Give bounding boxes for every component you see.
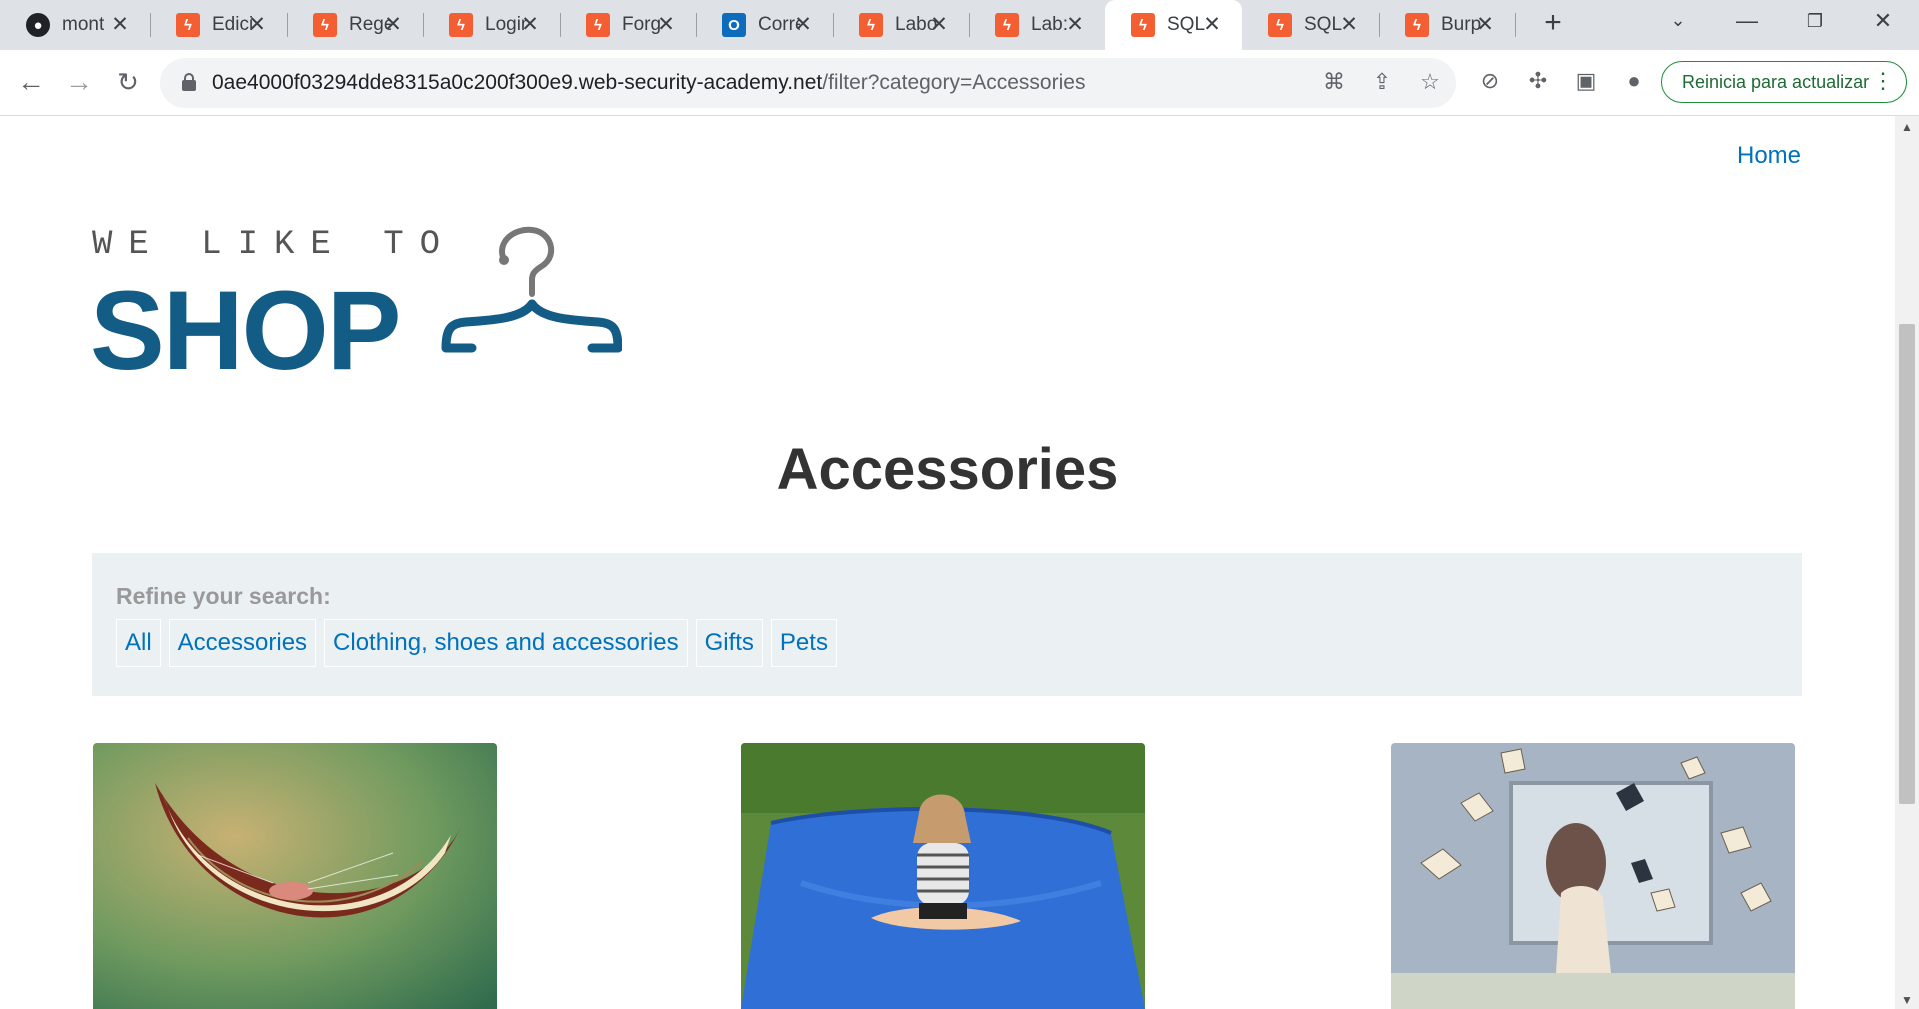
tab-3[interactable]: ϟ Login ✕ (423, 0, 560, 50)
category-filter-list: All Accessories Clothing, shoes and acce… (116, 619, 837, 667)
scroll-up-arrow-icon[interactable]: ▲ (1901, 120, 1913, 134)
scroll-down-arrow-icon[interactable]: ▼ (1901, 993, 1913, 1007)
close-icon[interactable]: ✕ (927, 12, 951, 37)
burp-icon: ϟ (1405, 13, 1429, 37)
home-link[interactable]: Home (1737, 142, 1801, 170)
scrollbar-thumb[interactable] (1899, 324, 1915, 804)
update-button[interactable]: Reinicia para actualizar ⋮ (1661, 61, 1907, 103)
restore-icon[interactable]: ❐ (1795, 11, 1835, 32)
extension-blocked-icon[interactable]: ⊘ (1474, 65, 1506, 97)
tab-strip: ● mont ✕ ϟ Edici ✕ ϟ Rege ✕ ϟ Login ✕ ϟ … (0, 0, 1919, 50)
update-button-label: Reinicia para actualizar (1682, 71, 1870, 92)
url-host: 0ae4000f03294dde8315a0c200f300e9.web-sec… (212, 71, 823, 94)
lock-icon (182, 73, 196, 91)
burp-icon: ϟ (586, 13, 610, 37)
close-icon[interactable]: ✕ (245, 12, 269, 37)
close-icon[interactable]: ✕ (1200, 12, 1224, 37)
close-icon[interactable]: ✕ (1063, 12, 1087, 37)
product-image[interactable] (1391, 743, 1795, 1009)
tab-8-active[interactable]: ϟ SQL ✕ (1105, 0, 1242, 50)
tab-10[interactable]: ϟ Burp ✕ (1379, 0, 1515, 50)
burp-icon: ϟ (859, 13, 883, 37)
filter-label: Refine your search: (116, 583, 331, 609)
page-title: Accessories (776, 437, 1119, 502)
extensions-puzzle-icon[interactable]: ✣ (1522, 65, 1554, 97)
outlook-icon: O (722, 13, 746, 37)
back-arrow-icon[interactable]: ← (13, 64, 49, 100)
tab-2[interactable]: ϟ Rege ✕ (287, 0, 423, 50)
tab-separator (1515, 13, 1516, 37)
tab-4[interactable]: ϟ Forg ✕ (560, 0, 696, 50)
filter-pets[interactable]: Pets (770, 619, 837, 667)
close-icon[interactable]: ✕ (654, 12, 678, 37)
github-icon: ● (26, 13, 50, 37)
forward-arrow-icon[interactable]: → (61, 64, 97, 100)
grin-product-picture (93, 743, 497, 1009)
menu-dots-icon[interactable]: ⋮ (1872, 68, 1894, 94)
burp-icon: ϟ (449, 13, 473, 37)
filter-clothing[interactable]: Clothing, shoes and accessories (324, 619, 688, 667)
filter-accessories[interactable]: Accessories (168, 619, 317, 667)
logo-wordmark: SHOP (90, 268, 401, 393)
filter-gifts[interactable]: Gifts (695, 619, 763, 667)
close-icon[interactable]: ✕ (791, 12, 815, 37)
tab-5[interactable]: O Corre ✕ (696, 0, 833, 50)
filter-all[interactable]: All (116, 619, 161, 667)
new-tab-button[interactable]: + (1534, 6, 1572, 40)
bookmark-star-icon[interactable]: ☆ (1416, 69, 1444, 95)
page-scrollbar[interactable]: ▲ ▼ (1895, 116, 1919, 1009)
tab-7[interactable]: ϟ Lab: ✕ (969, 0, 1105, 50)
product-image[interactable] (93, 743, 497, 1009)
reload-icon[interactable]: ↻ (110, 64, 146, 100)
minimize-icon[interactable]: — (1727, 8, 1767, 34)
close-icon[interactable]: ✕ (381, 12, 405, 37)
close-icon[interactable]: ✕ (1473, 12, 1497, 37)
share-icon[interactable]: ⇪ (1368, 69, 1396, 95)
tab-0[interactable]: ● mont ✕ (0, 0, 150, 50)
tab-search-chevron-icon[interactable]: ⌄ (1658, 10, 1698, 31)
translate-icon[interactable]: ⌘ (1320, 69, 1348, 95)
web-page: Home WE LIKE TO SHOP Accessories Refine … (0, 116, 1895, 1009)
window-close-icon[interactable]: ✕ (1863, 8, 1903, 34)
close-icon[interactable]: ✕ (518, 12, 542, 37)
tab-1[interactable]: ϟ Edici ✕ (150, 0, 287, 50)
tab-title: mont (62, 14, 104, 35)
books-product-picture (1391, 743, 1795, 1009)
hanger-icon (441, 226, 622, 353)
logo-tagline: WE LIKE TO (92, 226, 457, 264)
close-icon[interactable]: ✕ (108, 12, 132, 37)
product-image[interactable] (741, 743, 1145, 1009)
filter-panel: Refine your search: All Accessories Clot… (92, 553, 1802, 696)
beanbag-product-picture (741, 743, 1145, 1009)
close-icon[interactable]: ✕ (1337, 12, 1361, 37)
profile-avatar-icon[interactable]: ● (1618, 65, 1650, 97)
burp-icon: ϟ (995, 13, 1019, 37)
url-text[interactable]: 0ae4000f03294dde8315a0c200f300e9.web-sec… (212, 71, 1085, 95)
burp-icon: ϟ (1268, 13, 1292, 37)
tab-9[interactable]: ϟ SQL ✕ (1242, 0, 1379, 50)
tab-6[interactable]: ϟ Labo ✕ (833, 0, 969, 50)
url-path: /filter?category=Accessories (822, 71, 1086, 94)
side-panel-icon[interactable]: ▣ (1570, 65, 1602, 97)
burp-icon: ϟ (313, 13, 337, 37)
address-bar[interactable]: 0ae4000f03294dde8315a0c200f300e9.web-sec… (160, 58, 1456, 108)
browser-toolbar: ← → ↻ 0ae4000f03294dde8315a0c200f300e9.w… (0, 50, 1919, 116)
burp-icon: ϟ (176, 13, 200, 37)
burp-icon: ϟ (1131, 13, 1155, 37)
